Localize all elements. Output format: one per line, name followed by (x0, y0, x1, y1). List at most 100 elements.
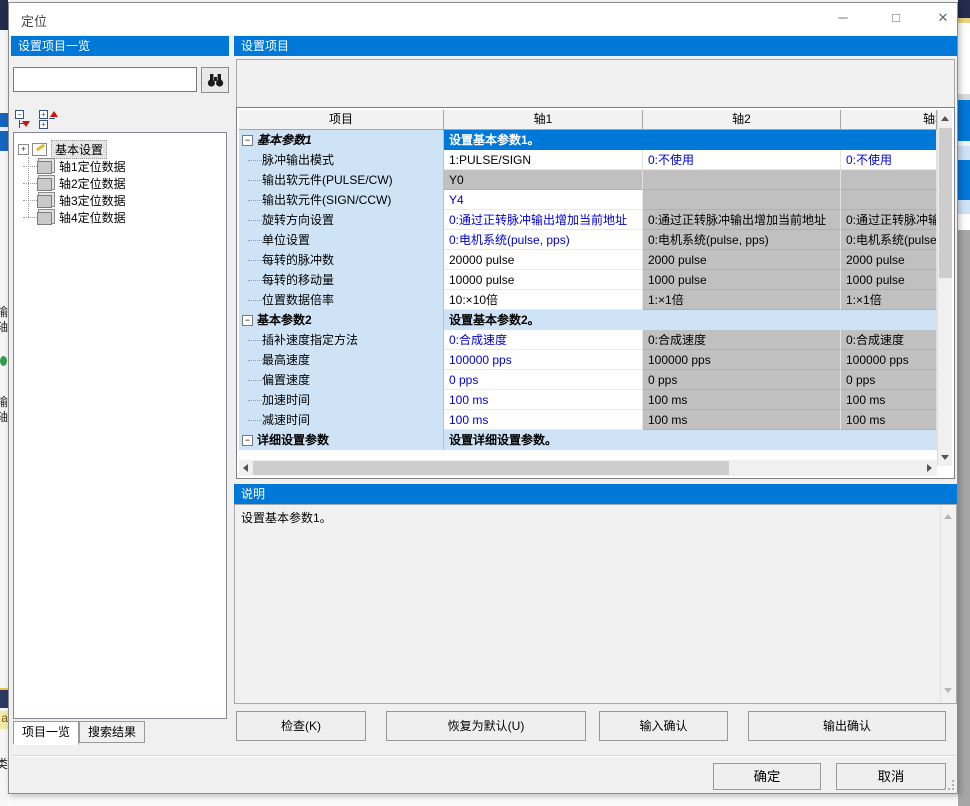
value-cell-axis3[interactable]: 100 ms (841, 390, 937, 410)
maximize-button[interactable]: □ (879, 5, 913, 31)
value-cell-axis2[interactable]: 0:通过正转脉冲输出增加当前地址 (643, 210, 841, 230)
scroll-down-icon[interactable] (941, 455, 949, 460)
value-cell-axis2[interactable] (643, 170, 841, 190)
param-label-cell[interactable]: 偏置速度 (239, 370, 444, 390)
restore-default-button[interactable]: 恢复为默认(U) (386, 711, 586, 741)
value-cell-axis1[interactable]: 10:×10倍 (444, 290, 643, 310)
description-scrollbar[interactable] (940, 506, 955, 702)
param-label-cell[interactable]: 每转的移动量 (239, 270, 444, 290)
scrollbar-thumb[interactable] (939, 128, 952, 278)
tab-search-results[interactable]: 搜索结果 (79, 721, 145, 743)
value-cell-axis2[interactable]: 1000 pulse (643, 270, 841, 290)
collapse-icon[interactable]: − (242, 135, 253, 146)
tree-item-轴2定位数据[interactable]: 轴2定位数据 (14, 175, 226, 192)
column-header-item[interactable]: 项目 (239, 110, 444, 130)
param-label-cell[interactable]: 减速时间 (239, 410, 444, 430)
value-cell-axis3[interactable]: 100 ms (841, 410, 937, 430)
value-cell-axis3[interactable]: 0:不使用 (841, 150, 937, 170)
value-cell-axis2[interactable]: 2000 pulse (643, 250, 841, 270)
tree-expander-icon[interactable]: + (18, 144, 29, 155)
section-label-cell[interactable]: −基本参数1 (239, 130, 444, 150)
param-label-cell[interactable]: 单位设置 (239, 230, 444, 250)
column-header-axis2[interactable]: 轴2 (643, 110, 841, 130)
param-label-cell[interactable]: 旋转方向设置 (239, 210, 444, 230)
param-label-cell[interactable]: 最高速度 (239, 350, 444, 370)
tab-item-list[interactable]: 项目一览 (13, 721, 79, 745)
section-description-cell[interactable]: 设置详细设置参数。 (444, 430, 937, 450)
value-cell-axis2[interactable]: 1:×1倍 (643, 290, 841, 310)
dialog-titlebar[interactable]: 定位 ─ □ ✕ (9, 3, 957, 35)
check-button[interactable]: 检查(K) (236, 711, 366, 741)
scroll-right-icon[interactable] (927, 464, 932, 472)
search-button[interactable] (201, 67, 229, 93)
resize-grip[interactable] (944, 780, 954, 790)
param-label-cell[interactable]: 加速时间 (239, 390, 444, 410)
minimize-button[interactable]: ─ (826, 5, 860, 31)
input-confirm-button[interactable]: 输入确认 (599, 711, 728, 741)
ok-button[interactable]: 确定 (713, 763, 821, 790)
scroll-up-icon[interactable] (944, 514, 952, 519)
value-cell-axis1[interactable]: 1:PULSE/SIGN (444, 150, 643, 170)
scrollbar-thumb[interactable] (253, 461, 729, 475)
value-cell-axis3[interactable]: 0 pps (841, 370, 937, 390)
value-cell-axis1[interactable]: 0 pps (444, 370, 643, 390)
value-cell-axis1[interactable]: 0:合成速度 (444, 330, 643, 350)
column-header-axis1[interactable]: 轴1 (444, 110, 643, 130)
tree-item-轴1定位数据[interactable]: 轴1定位数据 (14, 158, 226, 175)
value-cell-axis1[interactable]: 100 ms (444, 410, 643, 430)
collapse-all-icon[interactable]: − (15, 110, 36, 129)
value-cell-axis2[interactable]: 0 pps (643, 370, 841, 390)
close-button[interactable]: ✕ (926, 5, 960, 31)
value-cell-axis3[interactable]: 2000 pulse (841, 250, 937, 270)
table-row: 每转的脉冲数20000 pulse2000 pulse2000 pulse (239, 250, 937, 270)
value-cell-axis3[interactable]: 100000 pps (841, 350, 937, 370)
section-label-cell[interactable]: −详细设置参数 (239, 430, 444, 450)
table-horizontal-scrollbar[interactable] (239, 460, 937, 476)
value-cell-axis2[interactable]: 100 ms (643, 390, 841, 410)
value-cell-axis2[interactable]: 100 ms (643, 410, 841, 430)
value-cell-axis1[interactable]: 0:通过正转脉冲输出增加当前地址 (444, 210, 643, 230)
output-confirm-button[interactable]: 输出确认 (748, 711, 946, 741)
collapse-icon[interactable]: − (242, 315, 253, 326)
section-description-cell[interactable]: 设置基本参数1。 (444, 130, 937, 150)
tree-item-轴3定位数据[interactable]: 轴3定位数据 (14, 192, 226, 209)
table-vertical-scrollbar[interactable] (937, 110, 952, 466)
value-cell-axis1[interactable]: 100000 pps (444, 350, 643, 370)
column-header-axis3[interactable]: 轴3 (841, 110, 937, 130)
tree-item-基本设置[interactable]: +基本设置 (14, 141, 226, 158)
value-cell-axis2[interactable]: 0:合成速度 (643, 330, 841, 350)
param-label-cell[interactable]: 脉冲输出模式 (239, 150, 444, 170)
param-label-cell[interactable]: 每转的脉冲数 (239, 250, 444, 270)
value-cell-axis1[interactable]: 0:电机系统(pulse, pps) (444, 230, 643, 250)
param-label-cell[interactable]: 输出软元件(PULSE/CW) (239, 170, 444, 190)
value-cell-axis3[interactable]: 1000 pulse (841, 270, 937, 290)
value-cell-axis3[interactable]: 0:通过正转脉冲输出增加当前地址 (841, 210, 937, 230)
scroll-up-icon[interactable] (941, 116, 949, 121)
scroll-down-icon[interactable] (944, 688, 952, 693)
value-cell-axis1[interactable]: 10000 pulse (444, 270, 643, 290)
value-cell-axis3[interactable] (841, 190, 937, 210)
value-cell-axis2[interactable]: 0:不使用 (643, 150, 841, 170)
value-cell-axis2[interactable] (643, 190, 841, 210)
value-cell-axis1[interactable]: Y4 (444, 190, 643, 210)
section-description-cell[interactable]: 设置基本参数2。 (444, 310, 937, 330)
value-cell-axis1[interactable]: 100 ms (444, 390, 643, 410)
collapse-icon[interactable]: − (242, 435, 253, 446)
param-label-cell[interactable]: 位置数据倍率 (239, 290, 444, 310)
param-label-cell[interactable]: 插补速度指定方法 (239, 330, 444, 350)
value-cell-axis2[interactable]: 100000 pps (643, 350, 841, 370)
value-cell-axis3[interactable]: 0:电机系统(pulse, pps) (841, 230, 937, 250)
scroll-left-icon[interactable] (243, 464, 248, 472)
expand-all-icon[interactable]: + + (39, 110, 60, 129)
tree-item-轴4定位数据[interactable]: 轴4定位数据 (14, 209, 226, 226)
cancel-button[interactable]: 取消 (836, 763, 946, 790)
value-cell-axis3[interactable]: 0:合成速度 (841, 330, 937, 350)
value-cell-axis1[interactable]: Y0 (444, 170, 643, 190)
value-cell-axis3[interactable]: 1:×1倍 (841, 290, 937, 310)
section-label-cell[interactable]: −基本参数2 (239, 310, 444, 330)
value-cell-axis2[interactable]: 0:电机系统(pulse, pps) (643, 230, 841, 250)
value-cell-axis3[interactable] (841, 170, 937, 190)
param-label-cell[interactable]: 输出软元件(SIGN/CCW) (239, 190, 444, 210)
search-input[interactable] (13, 67, 197, 92)
value-cell-axis1[interactable]: 20000 pulse (444, 250, 643, 270)
